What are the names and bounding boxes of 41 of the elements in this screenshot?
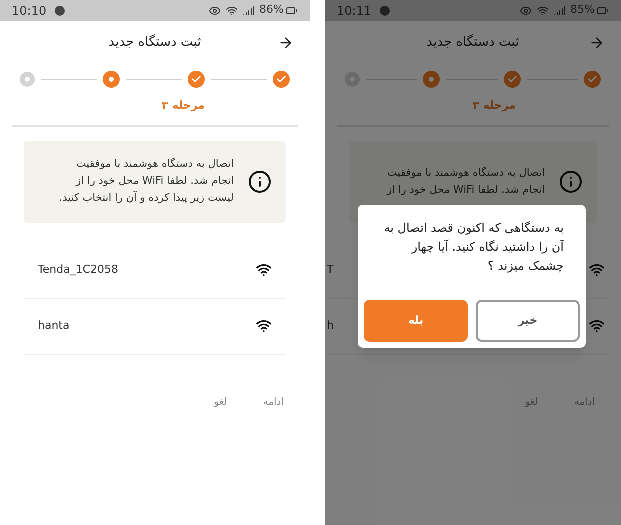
info-text: انجام شد. لطفا WiFi محل خود را از	[74, 174, 234, 189]
info-text: لیست زیر پیدا کرده و آن را انتخاب کنید.	[59, 190, 234, 206]
page-title: ثبت دستگاه جدید	[426, 34, 520, 52]
info-text: انجام شد. لطفا WiFi محل خود را از	[387, 182, 545, 198]
info-text: اتصال به دستگاه هوشمند با موفقیت	[75, 156, 234, 172]
info-icon	[248, 170, 272, 194]
network-row[interactable]: hanta	[24, 298, 286, 354]
dialog-button[interactable]: خیر	[476, 300, 580, 342]
network-name: T	[327, 262, 334, 278]
action-button[interactable]: لغو	[525, 394, 538, 410]
wifi-icon	[536, 4, 549, 16]
page-title: ثبت دستگاه جدید	[108, 34, 202, 52]
wifi-icon	[589, 262, 605, 278]
network-name: h	[327, 318, 334, 334]
action-button[interactable]: لغو	[214, 394, 228, 410]
wifi-icon	[256, 318, 272, 334]
battery-level: 86%	[260, 2, 284, 18]
battery-icon	[286, 4, 298, 16]
battery-level: 85%	[570, 2, 595, 18]
step-label: مرحله ۳	[472, 98, 516, 114]
wifi-icon	[589, 318, 605, 334]
step-label: مرحله ۳	[162, 98, 205, 114]
status-time: 10:11	[337, 2, 372, 20]
back-arrow-icon[interactable]	[278, 35, 294, 51]
wifi-icon	[226, 4, 238, 16]
status-time: 10:10	[12, 2, 47, 20]
info-icon	[559, 170, 583, 194]
network-name: hanta	[38, 318, 70, 334]
network-row[interactable]: Tenda_1C2058	[24, 242, 286, 298]
battery-icon	[597, 4, 609, 16]
dialog-message: به دستگاهی که اکنون قصد اتصال به آن را داشتید نگاه کنید. آیا چهار چشمک میزند ؟	[383, 220, 566, 275]
action-button[interactable]: ادامه	[574, 394, 595, 410]
network-name: Tenda_1C2058	[38, 262, 118, 278]
info-text: اتصال به دستگاه هوشمند با موفقیت	[387, 166, 545, 181]
notification-icon	[54, 6, 65, 16]
eye-icon	[520, 4, 532, 16]
wifi-icon	[256, 262, 272, 278]
notification-icon	[380, 6, 390, 16]
action-button[interactable]: ادامه	[263, 394, 284, 410]
eye-icon	[208, 4, 221, 16]
dialog-button[interactable]: بله	[364, 300, 468, 342]
